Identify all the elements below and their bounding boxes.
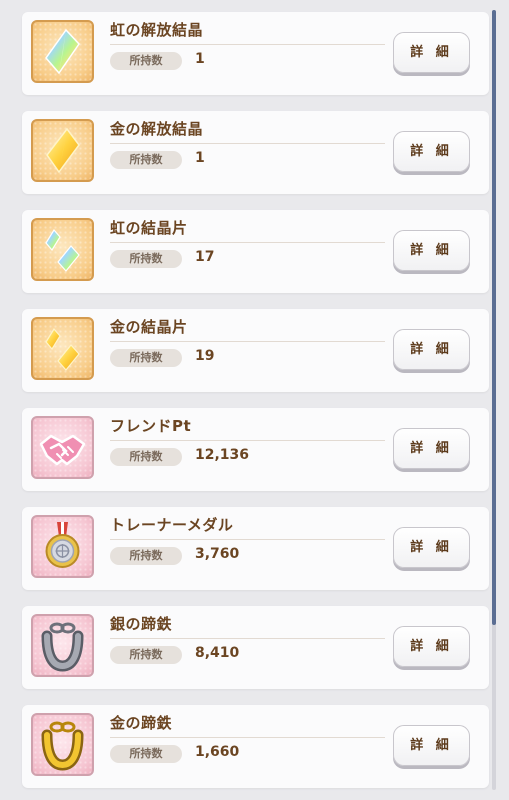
owned-count: 8,410 — [195, 645, 240, 661]
list-item: 虹の解放結晶 所持数 1 詳 細 — [22, 12, 489, 95]
detail-button[interactable]: 詳 細 — [393, 32, 470, 73]
detail-button[interactable]: 詳 細 — [393, 230, 470, 271]
item-name: 金の解放結晶 — [110, 120, 204, 138]
divider — [110, 638, 385, 639]
list-item: 金の解放結晶 所持数 1 詳 細 — [22, 111, 489, 194]
silver-horseshoe-icon — [31, 614, 94, 677]
detail-button[interactable]: 詳 細 — [393, 329, 470, 370]
rainbow-shards-icon — [31, 218, 94, 281]
divider — [110, 341, 385, 342]
divider — [110, 440, 385, 441]
owned-count: 17 — [195, 249, 215, 265]
owned-label: 所持数 — [110, 52, 182, 70]
divider — [110, 539, 385, 540]
owned-count: 1 — [195, 51, 205, 67]
scrollbar-thumb[interactable] — [492, 10, 496, 625]
owned-count: 1 — [195, 150, 205, 166]
detail-button[interactable]: 詳 細 — [393, 527, 470, 568]
owned-label: 所持数 — [110, 349, 182, 367]
detail-button[interactable]: 詳 細 — [393, 131, 470, 172]
list-item: 金の結晶片 所持数 19 詳 細 — [22, 309, 489, 392]
gold-shards-icon — [31, 317, 94, 380]
detail-button[interactable]: 詳 細 — [393, 725, 470, 766]
detail-button[interactable]: 詳 細 — [393, 428, 470, 469]
item-name: 虹の結晶片 — [110, 219, 188, 237]
item-name: フレンドPt — [110, 417, 192, 435]
owned-label: 所持数 — [110, 448, 182, 466]
owned-label: 所持数 — [110, 151, 182, 169]
list-item: トレーナーメダル 所持数 3,760 詳 細 — [22, 507, 489, 590]
list-item: 金の蹄鉄 所持数 1,660 詳 細 — [22, 705, 489, 788]
divider — [110, 44, 385, 45]
item-name: 銀の蹄鉄 — [110, 615, 173, 633]
owned-label: 所持数 — [110, 646, 182, 664]
owned-count: 12,136 — [195, 447, 250, 463]
list-item: 銀の蹄鉄 所持数 8,410 詳 細 — [22, 606, 489, 689]
medal-icon — [31, 515, 94, 578]
divider — [110, 737, 385, 738]
gold-horseshoe-icon — [31, 713, 94, 776]
item-name: 虹の解放結晶 — [110, 21, 204, 39]
rainbow-crystal-icon — [31, 20, 94, 83]
detail-button[interactable]: 詳 細 — [393, 626, 470, 667]
handshake-icon — [31, 416, 94, 479]
item-name: 金の結晶片 — [110, 318, 188, 336]
owned-label: 所持数 — [110, 547, 182, 565]
divider — [110, 242, 385, 243]
gold-crystal-icon — [31, 119, 94, 182]
list-item: フレンドPt 所持数 12,136 詳 細 — [22, 408, 489, 491]
owned-count: 3,760 — [195, 546, 240, 562]
divider — [110, 143, 385, 144]
item-name: トレーナーメダル — [110, 516, 234, 534]
owned-count: 1,660 — [195, 744, 240, 760]
list-item: 虹の結晶片 所持数 17 詳 細 — [22, 210, 489, 293]
item-list: 虹の解放結晶 所持数 1 詳 細 金の解放結晶 所持数 1 詳 細 虹の結晶片 … — [0, 0, 509, 800]
owned-label: 所持数 — [110, 250, 182, 268]
owned-label: 所持数 — [110, 745, 182, 763]
item-name: 金の蹄鉄 — [110, 714, 173, 732]
owned-count: 19 — [195, 348, 215, 364]
